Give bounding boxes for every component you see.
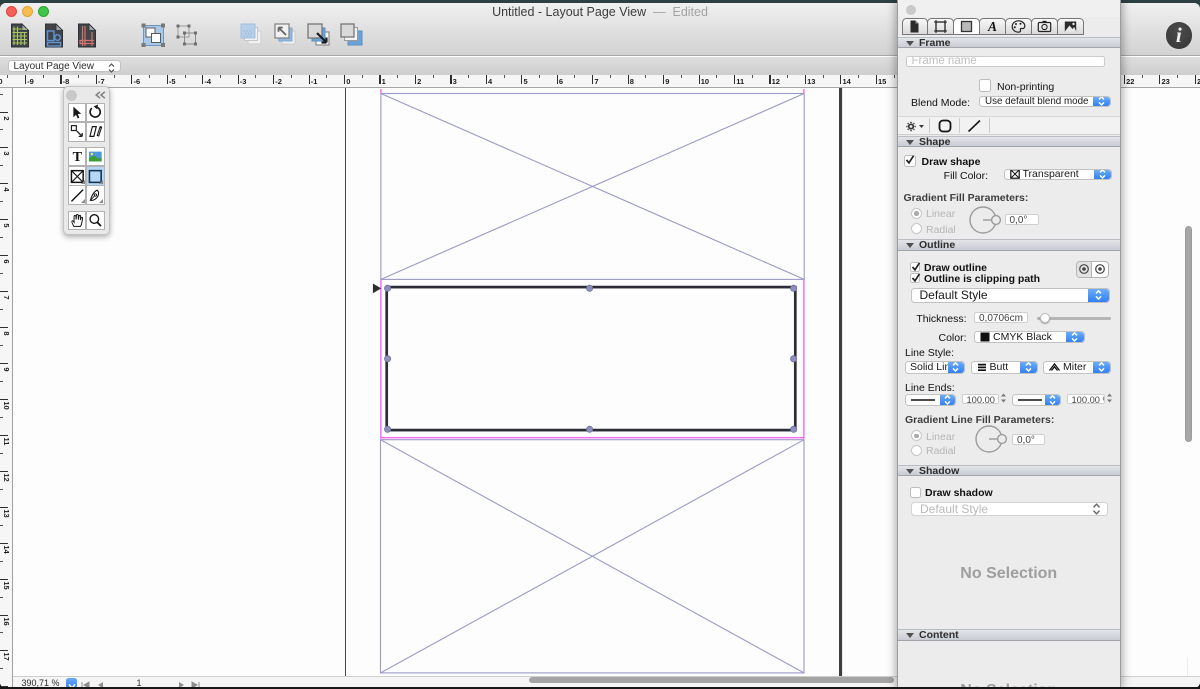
svg-text:T: T	[72, 149, 82, 165]
svg-text:A: A	[987, 19, 997, 34]
